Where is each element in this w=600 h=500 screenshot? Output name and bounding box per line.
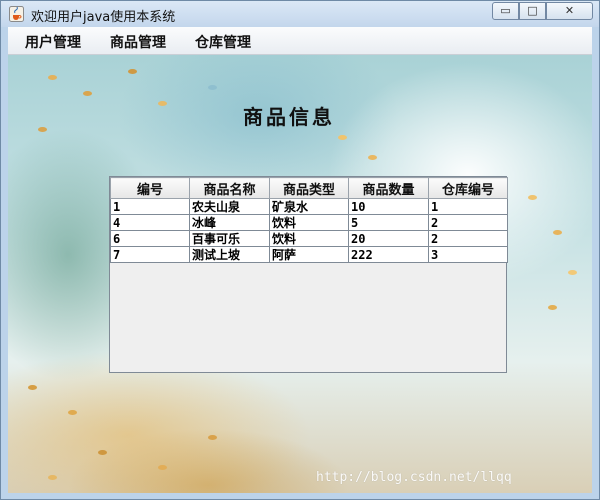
cell-warehouse[interactable]: 3 <box>428 246 508 263</box>
close-icon: ✕ <box>564 4 575 17</box>
close-button[interactable]: ✕ <box>546 2 593 20</box>
column-header-warehouse[interactable]: 仓库编号 <box>428 177 508 199</box>
menu-warehouse-management[interactable]: 仓库管理 <box>195 32 251 52</box>
decor-leaf <box>548 305 557 310</box>
cell-type[interactable]: 矿泉水 <box>269 198 349 215</box>
title-bar[interactable]: 欢迎用户java使用本系统 ▭ □ ✕ <box>1 1 599 27</box>
decor-leaf <box>568 270 577 275</box>
decor-leaf <box>158 101 167 106</box>
cell-warehouse[interactable]: 1 <box>428 198 508 215</box>
cell-id[interactable]: 7 <box>110 246 190 263</box>
menu-user-management[interactable]: 用户管理 <box>25 32 81 52</box>
page-title: 商品信息 <box>243 105 335 129</box>
cell-name[interactable]: 百事可乐 <box>189 230 270 247</box>
table-row[interactable]: 1 农夫山泉 矿泉水 10 1 <box>110 198 508 215</box>
cell-quantity[interactable]: 10 <box>348 198 429 215</box>
java-coffee-cup-icon <box>9 6 24 22</box>
decor-leaf <box>48 475 57 480</box>
table-row[interactable]: 4 冰峰 饮料 5 2 <box>110 214 508 231</box>
cell-type[interactable]: 阿萨 <box>269 246 349 263</box>
table-row[interactable]: 7 测试上坡 阿萨 222 3 <box>110 246 508 263</box>
cell-id[interactable]: 1 <box>110 198 190 215</box>
decor-leaf <box>38 127 47 132</box>
menu-product-management[interactable]: 商品管理 <box>110 32 166 52</box>
maximize-button[interactable]: □ <box>519 2 546 20</box>
cell-name[interactable]: 冰峰 <box>189 214 270 231</box>
cell-name[interactable]: 农夫山泉 <box>189 198 270 215</box>
maximize-icon: □ <box>527 4 538 17</box>
cell-warehouse[interactable]: 2 <box>428 230 508 247</box>
cell-type[interactable]: 饮料 <box>269 230 349 247</box>
cell-id[interactable]: 6 <box>110 230 190 247</box>
decor-leaf <box>208 85 217 90</box>
decor-leaf <box>208 435 217 440</box>
cell-quantity[interactable]: 222 <box>348 246 429 263</box>
cell-warehouse[interactable]: 2 <box>428 214 508 231</box>
decor-leaf <box>128 69 137 74</box>
cell-id[interactable]: 4 <box>110 214 190 231</box>
decor-leaf <box>368 155 377 160</box>
app-window: 欢迎用户java使用本系统 ▭ □ ✕ 用户管理 商品管理 仓库管理 商品信息 … <box>0 0 600 500</box>
menu-bar: 用户管理 商品管理 仓库管理 <box>8 27 592 55</box>
minimize-icon: ▭ <box>500 4 511 17</box>
column-header-name[interactable]: 商品名称 <box>189 177 270 199</box>
decor-leaf <box>68 410 77 415</box>
product-table[interactable]: 编号 商品名称 商品类型 商品数量 仓库编号 1 农夫山泉 矿泉水 10 1 4… <box>109 176 508 373</box>
column-header-id[interactable]: 编号 <box>110 177 190 199</box>
minimize-button[interactable]: ▭ <box>492 2 519 20</box>
table-row[interactable]: 6 百事可乐 饮料 20 2 <box>110 230 508 247</box>
decor-leaf <box>338 135 347 140</box>
column-header-quantity[interactable]: 商品数量 <box>348 177 429 199</box>
cell-name[interactable]: 测试上坡 <box>189 246 270 263</box>
decor-leaf <box>158 465 167 470</box>
decor-leaf <box>48 75 57 80</box>
decor-leaf <box>83 91 92 96</box>
client-area: 用户管理 商品管理 仓库管理 商品信息 编号 商品名称 商品类型 商品数量 仓库… <box>8 27 592 493</box>
cell-quantity[interactable]: 5 <box>348 214 429 231</box>
decor-leaf <box>98 450 107 455</box>
column-header-type[interactable]: 商品类型 <box>269 177 349 199</box>
table-header-row: 编号 商品名称 商品类型 商品数量 仓库编号 <box>110 177 508 199</box>
decor-leaf <box>528 195 537 200</box>
decor-leaf <box>553 230 562 235</box>
window-title: 欢迎用户java使用本系统 <box>31 10 176 25</box>
watermark-url: http://blog.csdn.net/llqq <box>316 470 512 485</box>
decor-leaf <box>28 385 37 390</box>
cell-type[interactable]: 饮料 <box>269 214 349 231</box>
cell-quantity[interactable]: 20 <box>348 230 429 247</box>
